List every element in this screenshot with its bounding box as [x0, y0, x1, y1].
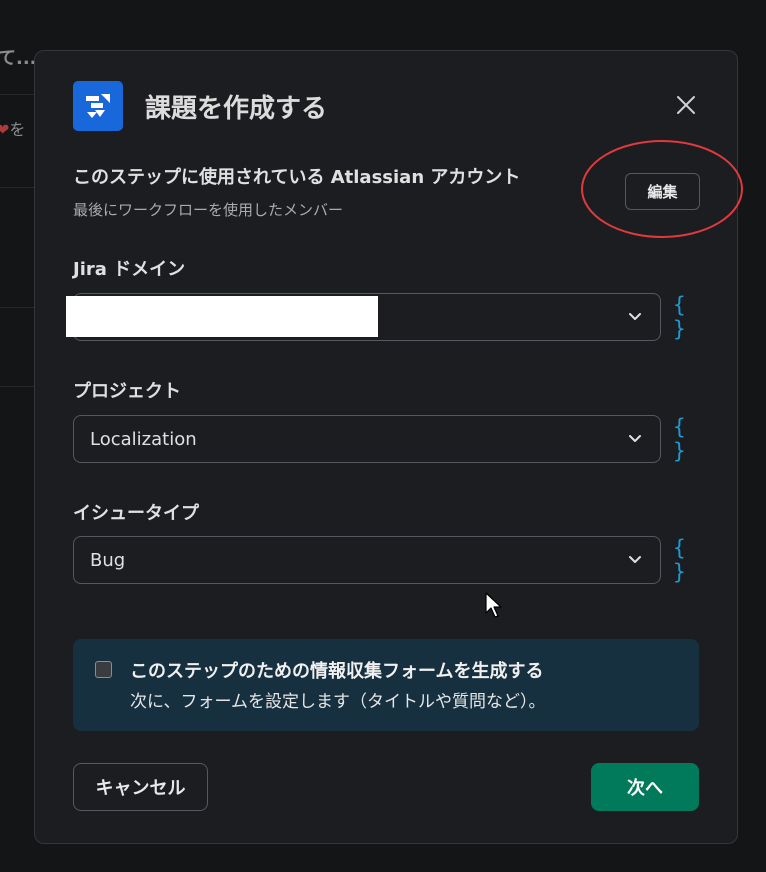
close-button[interactable] [672, 91, 700, 119]
insert-variable-button[interactable]: { } [673, 536, 701, 584]
generate-form-checkbox[interactable] [95, 661, 112, 678]
dialog-title: 課題を作成する [145, 93, 328, 124]
edit-account-button[interactable]: 編集 [625, 173, 700, 210]
chevron-down-icon [629, 313, 641, 320]
mouse-cursor-icon [485, 592, 502, 618]
jira-domain-label: Jira ドメイン [73, 259, 186, 280]
insert-variable-button[interactable]: { } [673, 415, 701, 463]
insert-variable-button[interactable]: { } [673, 293, 701, 341]
chevron-down-icon [629, 435, 641, 442]
project-select[interactable]: Localization [73, 415, 661, 463]
issue-type-select[interactable]: Bug [73, 536, 661, 584]
background-text: ❤を [0, 120, 26, 139]
issue-type-value: Bug [90, 549, 126, 571]
background-text: て... [0, 48, 37, 69]
form-option-subtitle: 次に、フォームを設定します（タイトルや質問など）。 [130, 692, 546, 712]
create-issue-dialog: 課題を作成する このステップに使用されている Atlassian アカウント 最… [34, 50, 743, 844]
jira-icon [73, 81, 123, 131]
account-title: このステップに使用されている Atlassian アカウント [73, 167, 521, 188]
close-icon [677, 96, 695, 114]
account-subtitle: 最後にワークフローを使用したメンバー [73, 201, 344, 219]
issue-type-label: イシュータイプ [73, 503, 199, 524]
form-option-title: このステップのための情報収集フォームを生成する [130, 661, 544, 682]
redaction-block [66, 296, 378, 337]
chevron-down-icon [629, 556, 641, 563]
dialog-header: 課題を作成する [73, 81, 327, 131]
cancel-button[interactable]: キャンセル [73, 763, 208, 811]
project-label: プロジェクト [73, 381, 181, 402]
project-value: Localization [90, 428, 197, 450]
next-button[interactable]: 次へ [591, 763, 699, 811]
account-section: このステップに使用されている Atlassian アカウント 最後にワークフロー… [73, 163, 520, 220]
form-option-box: このステップのための情報収集フォームを生成する 次に、フォームを設定します（タイ… [73, 639, 699, 731]
